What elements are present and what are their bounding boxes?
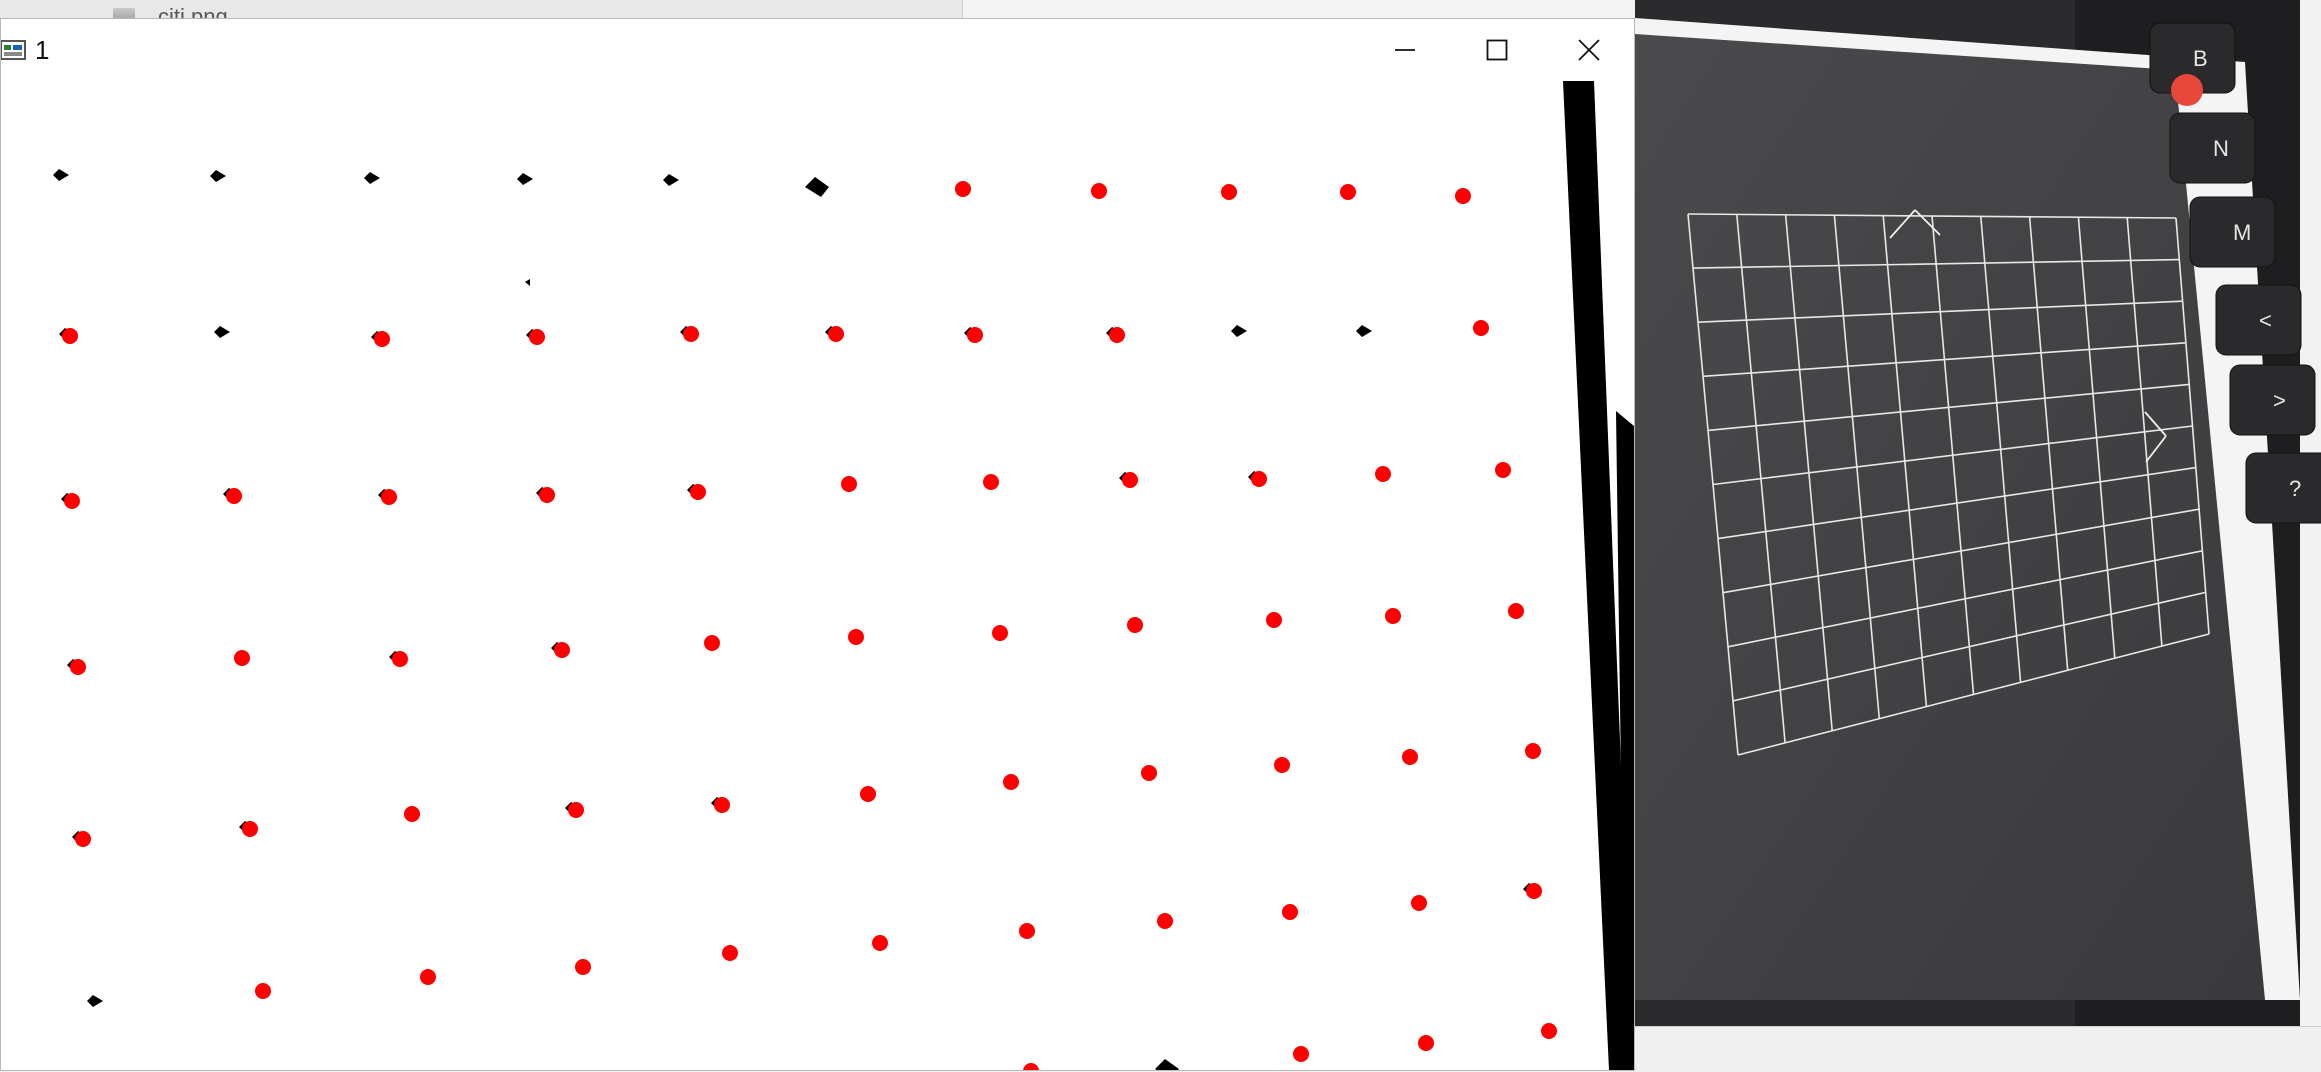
projected-point-marker — [1473, 320, 1489, 336]
projected-point-marker — [568, 802, 584, 818]
projected-point-marker — [1122, 472, 1138, 488]
projected-point-marker — [554, 642, 570, 658]
projected-point-marker — [75, 831, 91, 847]
projected-point-marker — [1340, 184, 1356, 200]
projected-point-marker — [575, 959, 591, 975]
projected-point-marker — [1091, 183, 1107, 199]
keyboard-key-label: N — [2213, 136, 2229, 161]
projected-point-marker — [1541, 1023, 1557, 1039]
projected-point-marker — [70, 659, 86, 675]
projected-point-marker — [872, 935, 888, 951]
projected-point-marker — [226, 488, 242, 504]
projected-point-marker — [714, 797, 730, 813]
projected-point-marker — [1109, 327, 1125, 343]
detected-corner-marker — [53, 169, 69, 181]
projected-point-marker — [392, 651, 408, 667]
detected-corner-marker — [517, 173, 533, 185]
projected-point-marker — [1455, 188, 1471, 204]
projected-point-marker — [1411, 895, 1427, 911]
keyboard-key-label: ? — [2289, 476, 2301, 501]
maximize-icon — [1486, 39, 1508, 61]
projected-point-marker — [62, 328, 78, 344]
window-title: 1 — [35, 35, 50, 65]
projected-point-marker — [1418, 1035, 1434, 1051]
maximize-button[interactable] — [1451, 19, 1543, 81]
projected-point-marker — [983, 474, 999, 490]
projected-point-marker — [967, 327, 983, 343]
detected-corner-marker — [663, 174, 679, 186]
stray-marker — [525, 279, 530, 286]
projected-point-marker — [1385, 608, 1401, 624]
detected-corner-marker — [1155, 1059, 1179, 1070]
projected-point-marker — [1003, 774, 1019, 790]
projected-point-marker — [420, 969, 436, 985]
projected-point-marker — [704, 635, 720, 651]
projected-point-marker — [1282, 904, 1298, 920]
projected-point-marker — [992, 625, 1008, 641]
detected-corner-marker — [805, 177, 829, 197]
projected-point-marker — [1266, 612, 1282, 628]
projected-point-marker — [242, 821, 258, 837]
projected-point-marker — [1508, 603, 1524, 619]
image-window: 1 — [0, 18, 1635, 1071]
projected-point-marker — [64, 493, 80, 509]
projected-point-marker — [1023, 1063, 1039, 1070]
opencv-window-icon — [0, 39, 27, 61]
projected-point-marker — [1402, 749, 1418, 765]
projected-point-marker — [529, 329, 545, 345]
projected-point-marker — [234, 650, 250, 666]
close-icon — [1577, 38, 1601, 62]
points-canvas — [53, 81, 1634, 1070]
detected-corner-marker — [1231, 325, 1247, 337]
projected-point-marker — [1526, 883, 1542, 899]
projected-point-marker — [404, 806, 420, 822]
projected-point-marker — [1127, 617, 1143, 633]
projected-point-marker — [1274, 757, 1290, 773]
close-button[interactable] — [1543, 19, 1635, 81]
projected-point-marker — [690, 484, 706, 500]
projected-point-marker — [539, 487, 555, 503]
keyboard-key-label: < — [2259, 308, 2272, 333]
keyboard-key-label: B — [2193, 46, 2208, 71]
projected-point-marker — [374, 331, 390, 347]
minimize-icon — [1394, 39, 1416, 61]
projected-point-marker — [841, 476, 857, 492]
projected-point-marker — [1251, 471, 1267, 487]
detected-corner-marker — [210, 170, 226, 182]
projected-point-marker — [1221, 184, 1237, 200]
projected-point-marker — [381, 489, 397, 505]
detected-corner-marker — [214, 326, 230, 338]
projected-point-marker — [683, 326, 699, 342]
projected-point-marker — [255, 983, 271, 999]
calibration-photo: BNM<>?ShiftShift — [1635, 0, 2321, 1026]
projected-point-marker — [955, 181, 971, 197]
desktop-bottom-strip — [1635, 1026, 2321, 1072]
projected-point-marker — [848, 629, 864, 645]
keyboard-key-label: > — [2273, 388, 2286, 413]
detected-corner-marker — [87, 995, 103, 1007]
projected-point-marker — [828, 326, 844, 342]
projected-point-marker — [1293, 1046, 1309, 1062]
window-titlebar[interactable]: 1 — [0, 19, 1635, 82]
minimize-button[interactable] — [1359, 19, 1451, 81]
trackpoint — [2171, 74, 2203, 106]
projected-point-marker — [1157, 913, 1173, 929]
detected-corner-marker — [364, 172, 380, 184]
projected-point-marker — [1019, 923, 1035, 939]
keyboard-key-label: M — [2233, 220, 2251, 245]
projected-point-marker — [1141, 765, 1157, 781]
projected-point-marker — [1495, 462, 1511, 478]
projected-point-marker — [722, 945, 738, 961]
projected-point-marker — [860, 786, 876, 802]
projected-point-marker — [1525, 743, 1541, 759]
keyboard-key — [2245, 452, 2321, 524]
projected-point-marker — [1375, 466, 1391, 482]
detected-corner-marker — [1356, 325, 1372, 337]
image-canvas[interactable] — [1, 81, 1634, 1070]
paper-print — [1635, 34, 2265, 1000]
